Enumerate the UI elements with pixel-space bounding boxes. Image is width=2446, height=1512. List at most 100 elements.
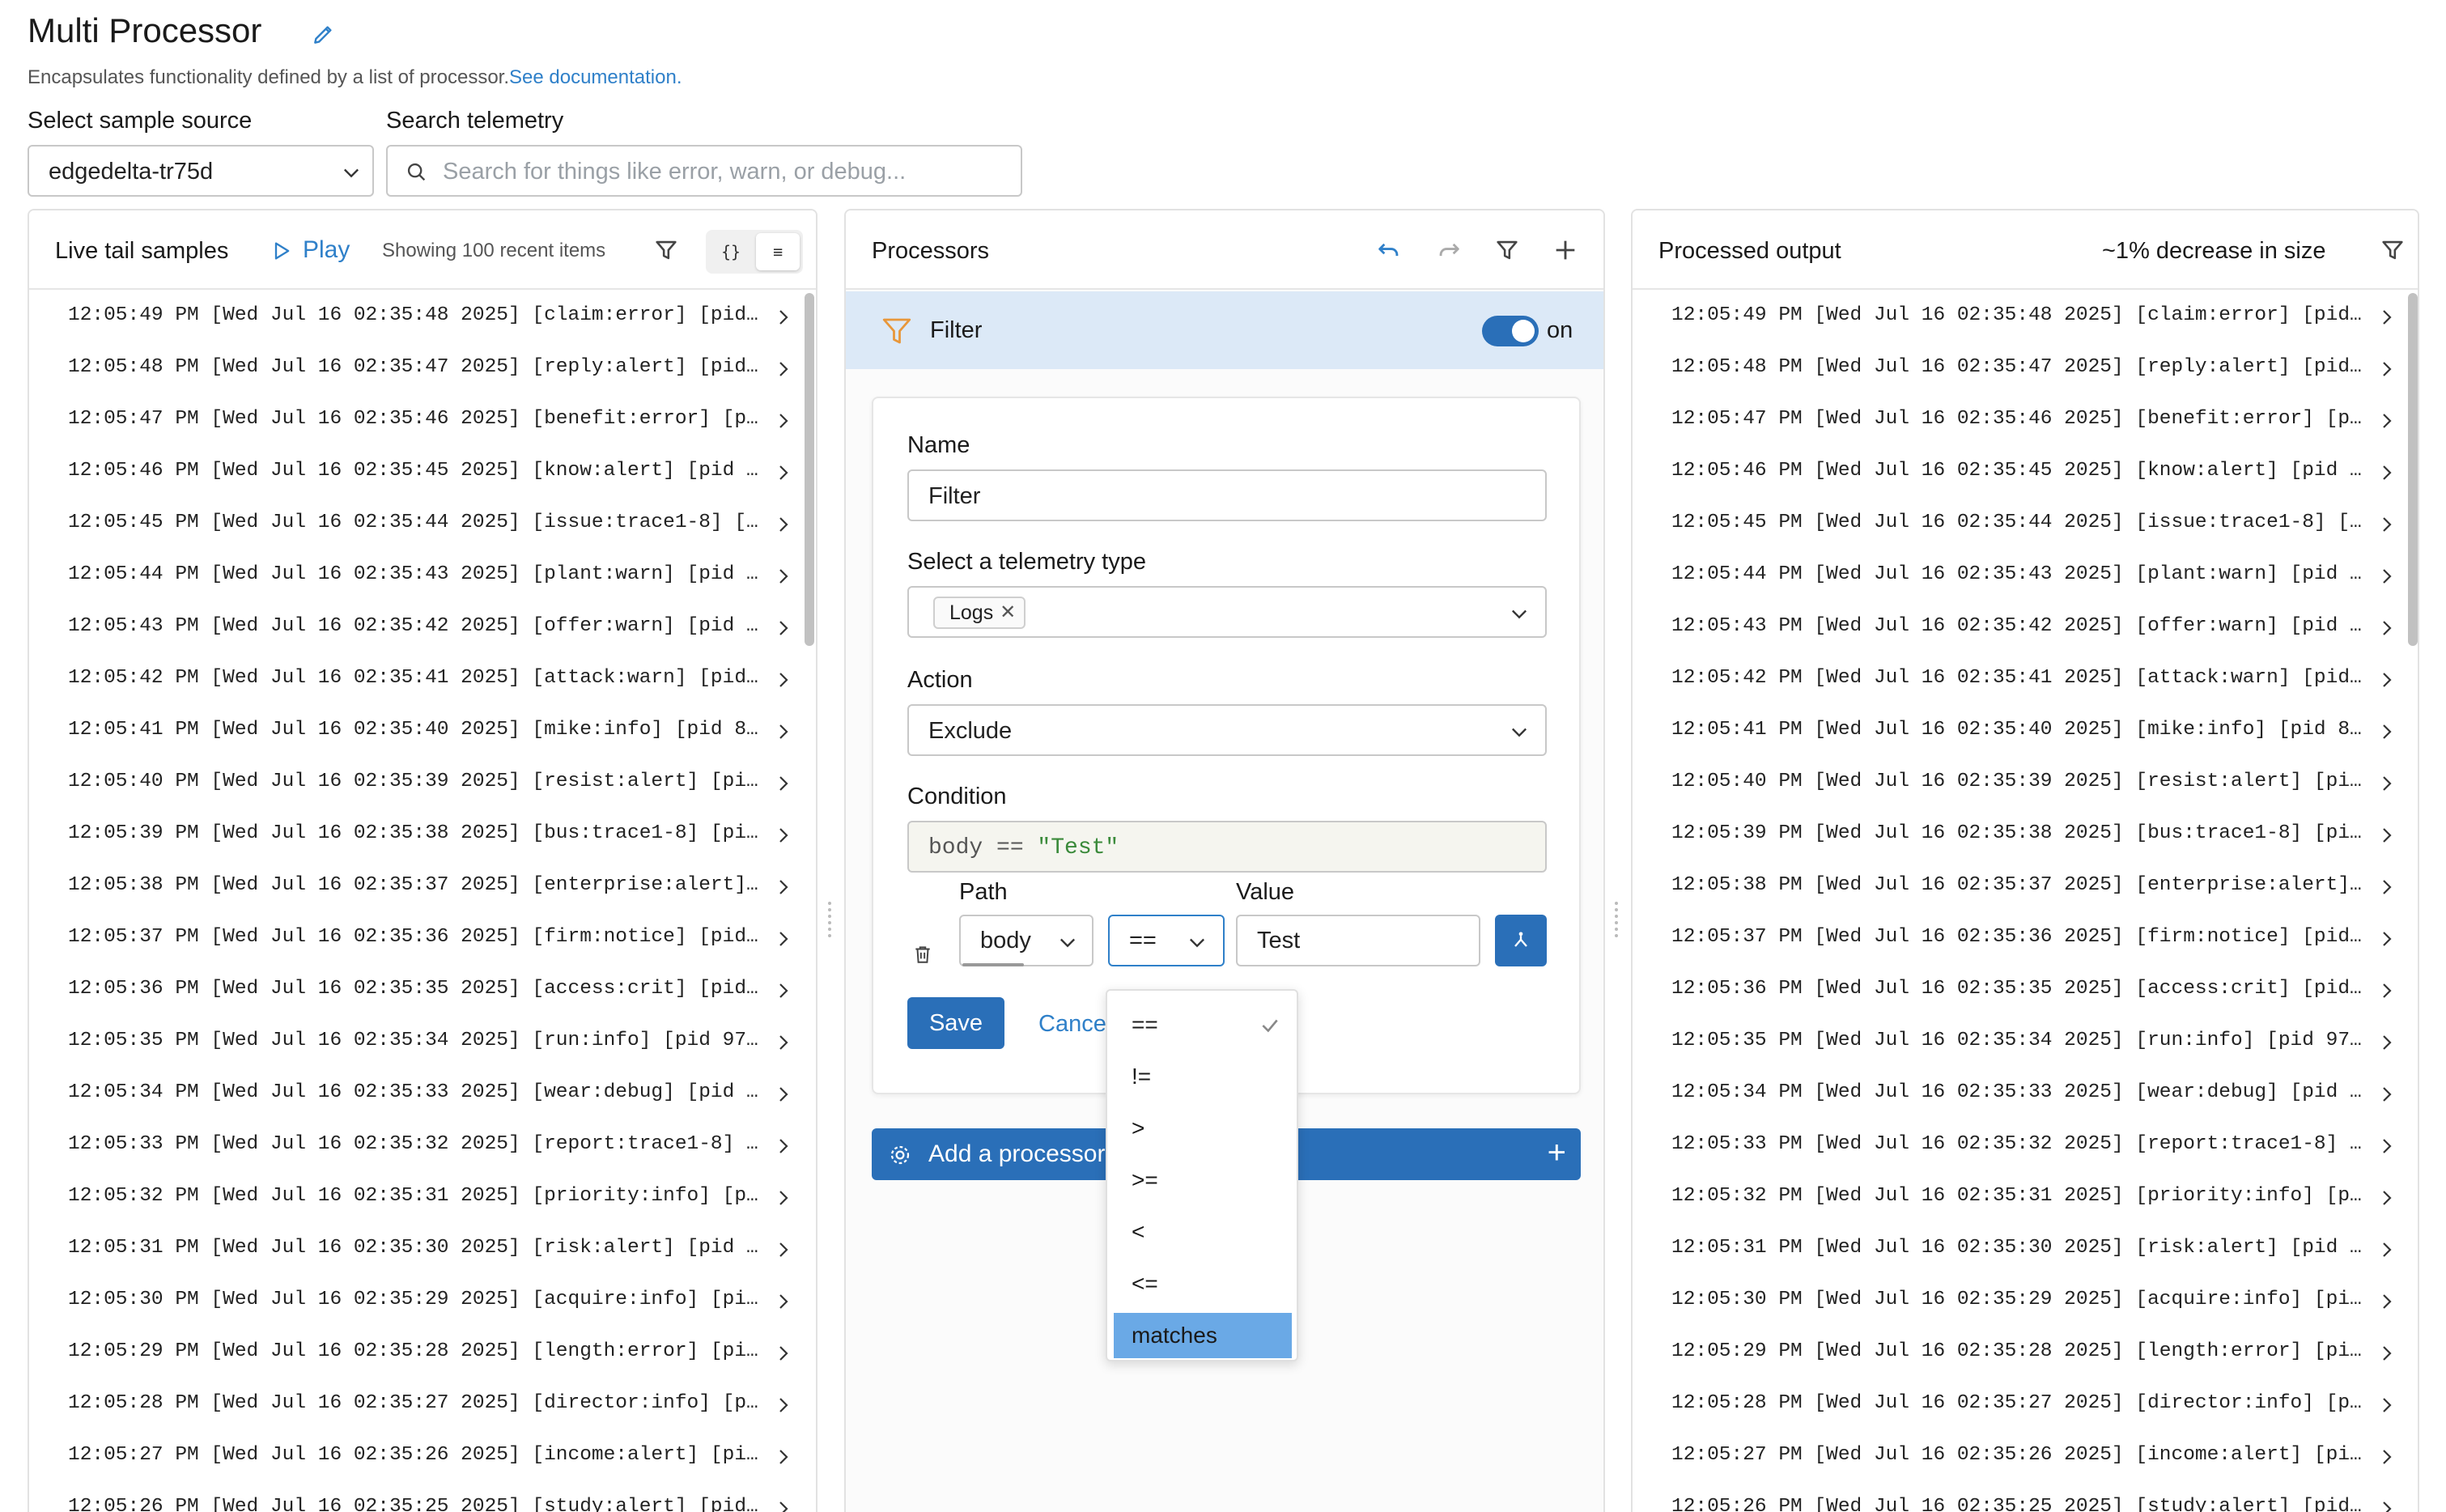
log-row[interactable]: 12:05:40 PM [Wed Jul 16 02:35:39 2025] [… — [1633, 758, 2418, 809]
chevron-right-icon[interactable] — [774, 1187, 793, 1209]
save-button[interactable]: Save — [907, 997, 1004, 1049]
log-row[interactable]: 12:05:27 PM [Wed Jul 16 02:35:26 2025] [… — [29, 1431, 816, 1483]
chevron-right-icon[interactable] — [774, 720, 793, 743]
chevron-right-icon[interactable] — [774, 1238, 793, 1261]
log-row[interactable]: 12:05:26 PM [Wed Jul 16 02:35:25 2025] [… — [1633, 1483, 2418, 1512]
log-row[interactable]: 12:05:49 PM [Wed Jul 16 02:35:48 2025] [… — [29, 291, 816, 343]
log-row[interactable]: 12:05:35 PM [Wed Jul 16 02:35:34 2025] [… — [1633, 1017, 2418, 1068]
log-row[interactable]: 12:05:48 PM [Wed Jul 16 02:35:47 2025] [… — [1633, 343, 2418, 395]
log-row[interactable]: 12:05:42 PM [Wed Jul 16 02:35:41 2025] [… — [29, 654, 816, 706]
undo-icon[interactable] — [1375, 236, 1403, 264]
log-row[interactable]: 12:05:26 PM [Wed Jul 16 02:35:25 2025] [… — [29, 1483, 816, 1512]
chevron-right-icon[interactable] — [2377, 410, 2397, 432]
operator-option[interactable]: <= — [1114, 1261, 1292, 1306]
log-row[interactable]: 12:05:43 PM [Wed Jul 16 02:35:42 2025] [… — [1633, 602, 2418, 654]
log-row[interactable]: 12:05:31 PM [Wed Jul 16 02:35:30 2025] [… — [29, 1224, 816, 1276]
edit-icon[interactable] — [311, 21, 337, 47]
chevron-right-icon[interactable] — [774, 1342, 793, 1365]
log-row[interactable]: 12:05:29 PM [Wed Jul 16 02:35:28 2025] [… — [29, 1327, 816, 1379]
chevron-right-icon[interactable] — [774, 1135, 793, 1157]
path-select[interactable]: body — [959, 915, 1093, 966]
log-row[interactable]: 12:05:32 PM [Wed Jul 16 02:35:31 2025] [… — [29, 1172, 816, 1224]
chevron-right-icon[interactable] — [774, 669, 793, 691]
log-row[interactable]: 12:05:39 PM [Wed Jul 16 02:35:38 2025] [… — [29, 809, 816, 861]
chevron-right-icon[interactable] — [2377, 1342, 2397, 1365]
chevron-right-icon[interactable] — [2377, 1394, 2397, 1416]
log-row[interactable]: 12:05:31 PM [Wed Jul 16 02:35:30 2025] [… — [1633, 1224, 2418, 1276]
log-row[interactable]: 12:05:44 PM [Wed Jul 16 02:35:43 2025] [… — [29, 550, 816, 602]
log-row[interactable]: 12:05:48 PM [Wed Jul 16 02:35:47 2025] [… — [29, 343, 816, 395]
chevron-right-icon[interactable] — [2377, 1238, 2397, 1261]
chevron-right-icon[interactable] — [774, 772, 793, 795]
operator-option[interactable]: > — [1114, 1106, 1292, 1151]
log-row[interactable]: 12:05:46 PM [Wed Jul 16 02:35:45 2025] [… — [29, 447, 816, 499]
remove-tag-icon[interactable]: ✕ — [1000, 598, 1016, 627]
chevron-right-icon[interactable] — [774, 306, 793, 329]
operator-option[interactable]: != — [1114, 1054, 1292, 1099]
chevron-right-icon[interactable] — [2377, 306, 2397, 329]
log-row[interactable]: 12:05:47 PM [Wed Jul 16 02:35:46 2025] [… — [1633, 395, 2418, 447]
redo-icon[interactable] — [1435, 236, 1463, 264]
log-row[interactable]: 12:05:35 PM [Wed Jul 16 02:35:34 2025] [… — [29, 1017, 816, 1068]
operator-select[interactable]: == — [1108, 915, 1225, 966]
text-view-button[interactable]: ≡ — [756, 233, 800, 270]
chevron-right-icon[interactable] — [774, 1497, 793, 1512]
log-row[interactable]: 12:05:33 PM [Wed Jul 16 02:35:32 2025] [… — [1633, 1120, 2418, 1172]
log-row[interactable]: 12:05:49 PM [Wed Jul 16 02:35:48 2025] [… — [1633, 291, 2418, 343]
log-row[interactable]: 12:05:45 PM [Wed Jul 16 02:35:44 2025] [… — [1633, 499, 2418, 550]
resize-handle-right[interactable] — [1615, 898, 1620, 950]
chevron-right-icon[interactable] — [774, 565, 793, 588]
operator-option[interactable]: == — [1114, 1002, 1292, 1047]
chevron-right-icon[interactable] — [2377, 617, 2397, 639]
chevron-right-icon[interactable] — [2377, 565, 2397, 588]
chevron-right-icon[interactable] — [2377, 772, 2397, 795]
log-row[interactable]: 12:05:47 PM [Wed Jul 16 02:35:46 2025] [… — [29, 395, 816, 447]
chevron-right-icon[interactable] — [774, 617, 793, 639]
chevron-right-icon[interactable] — [774, 358, 793, 380]
filter-icon[interactable] — [1493, 236, 1521, 264]
play-button[interactable]: Play — [272, 236, 350, 264]
search-input[interactable]: Search for things like error, warn, or d… — [386, 145, 1022, 197]
log-row[interactable]: 12:05:41 PM [Wed Jul 16 02:35:40 2025] [… — [1633, 706, 2418, 758]
chevron-right-icon[interactable] — [2377, 513, 2397, 536]
log-row[interactable]: 12:05:42 PM [Wed Jul 16 02:35:41 2025] [… — [1633, 654, 2418, 706]
scrollbar[interactable] — [2408, 293, 2418, 646]
chevron-right-icon[interactable] — [774, 513, 793, 536]
add-icon[interactable] — [1552, 236, 1579, 264]
value-input[interactable]: Test — [1236, 915, 1480, 966]
log-row[interactable]: 12:05:38 PM [Wed Jul 16 02:35:37 2025] [… — [29, 861, 816, 913]
chevron-right-icon[interactable] — [2377, 1031, 2397, 1054]
log-row[interactable]: 12:05:30 PM [Wed Jul 16 02:35:29 2025] [… — [1633, 1276, 2418, 1327]
log-row[interactable]: 12:05:34 PM [Wed Jul 16 02:35:33 2025] [… — [1633, 1068, 2418, 1120]
chevron-right-icon[interactable] — [2377, 1497, 2397, 1512]
log-row[interactable]: 12:05:36 PM [Wed Jul 16 02:35:35 2025] [… — [1633, 965, 2418, 1017]
documentation-link[interactable]: See documentation. — [509, 66, 682, 88]
cancel-button[interactable]: Cancel — [1038, 1011, 1111, 1038]
sample-source-select[interactable]: edgedelta-tr75d — [28, 145, 374, 197]
enabled-toggle[interactable] — [1482, 316, 1539, 346]
log-row[interactable]: 12:05:28 PM [Wed Jul 16 02:35:27 2025] [… — [29, 1379, 816, 1431]
log-row[interactable]: 12:05:45 PM [Wed Jul 16 02:35:44 2025] [… — [29, 499, 816, 550]
chevron-right-icon[interactable] — [774, 1446, 793, 1468]
chevron-right-icon[interactable] — [2377, 1083, 2397, 1106]
operator-option[interactable]: < — [1114, 1209, 1292, 1255]
chevron-right-icon[interactable] — [774, 979, 793, 1002]
chevron-right-icon[interactable] — [774, 1031, 793, 1054]
log-row[interactable]: 12:05:40 PM [Wed Jul 16 02:35:39 2025] [… — [29, 758, 816, 809]
scrollbar[interactable] — [805, 293, 814, 646]
function-button[interactable] — [1495, 915, 1547, 966]
log-row[interactable]: 12:05:37 PM [Wed Jul 16 02:35:36 2025] [… — [29, 913, 816, 965]
telemetry-type-select[interactable]: Logs ✕ — [907, 586, 1547, 638]
chevron-right-icon[interactable] — [2377, 1187, 2397, 1209]
chevron-right-icon[interactable] — [774, 410, 793, 432]
log-row[interactable]: 12:05:32 PM [Wed Jul 16 02:35:31 2025] [… — [1633, 1172, 2418, 1224]
log-row[interactable]: 12:05:41 PM [Wed Jul 16 02:35:40 2025] [… — [29, 706, 816, 758]
filter-processor-row[interactable]: Filter on — [846, 291, 1603, 369]
chevron-right-icon[interactable] — [774, 461, 793, 484]
chevron-right-icon[interactable] — [774, 876, 793, 898]
filter-icon[interactable] — [652, 236, 680, 264]
log-row[interactable]: 12:05:28 PM [Wed Jul 16 02:35:27 2025] [… — [1633, 1379, 2418, 1431]
log-row[interactable]: 12:05:30 PM [Wed Jul 16 02:35:29 2025] [… — [29, 1276, 816, 1327]
log-row[interactable]: 12:05:33 PM [Wed Jul 16 02:35:32 2025] [… — [29, 1120, 816, 1172]
log-row[interactable]: 12:05:38 PM [Wed Jul 16 02:35:37 2025] [… — [1633, 861, 2418, 913]
